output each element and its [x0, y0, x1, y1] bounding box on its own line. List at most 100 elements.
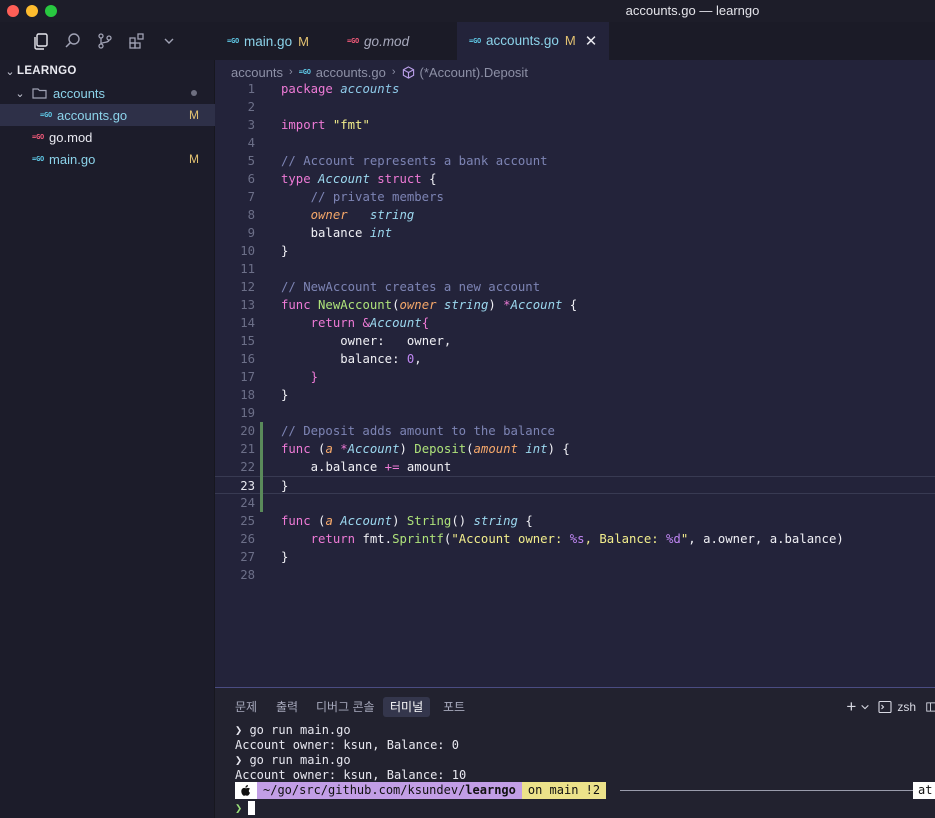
terminal-text: go run main.go: [249, 753, 351, 767]
line-number: 17: [240, 370, 255, 384]
terminal-text: Account owner: ksun, Balance: 0: [235, 738, 459, 752]
modified-indicator: M: [298, 33, 309, 49]
window-title: accounts.go — learngo: [625, 3, 760, 18]
code-line[interactable]: 15 owner: owner,: [215, 332, 935, 350]
code-line[interactable]: 26 return fmt.Sprintf("Account owner: %s…: [215, 530, 935, 548]
method-symbol-icon: [402, 65, 414, 79]
line-number: 2: [247, 100, 255, 114]
code-line[interactable]: 2: [215, 98, 935, 116]
tab-problems[interactable]: 문제: [228, 697, 264, 717]
line-number: 21: [240, 442, 255, 456]
terminal-line: Account owner: ksun, Balance: 0: [235, 738, 466, 753]
line-number: 3: [247, 118, 255, 132]
code-line[interactable]: 22 a.balance += amount: [215, 458, 935, 476]
chevron-down-icon: ⌄: [15, 87, 25, 100]
file-accounts-go[interactable]: =GO accounts.go M: [0, 104, 215, 126]
explorer-icon[interactable]: [31, 31, 51, 51]
source-control-icon[interactable]: [95, 31, 115, 51]
split-terminal-icon[interactable]: [926, 700, 935, 714]
tab-accounts-go[interactable]: =GO accounts.go M ✕: [457, 22, 609, 60]
terminal-icon: [878, 700, 892, 714]
code-line[interactable]: 1 package accounts: [215, 80, 935, 98]
code-line[interactable]: 21 func (a *Account) Deposit(amount int) …: [215, 440, 935, 458]
code-line[interactable]: 4: [215, 134, 935, 152]
tab-label: go.mod: [364, 33, 410, 49]
code-editor[interactable]: accounts › =GO accounts.go › (*Account).…: [215, 60, 935, 687]
tab-output[interactable]: 출력: [269, 697, 305, 717]
prompt-git-status: on main !2: [521, 782, 607, 799]
go-file-icon: =GO: [227, 37, 240, 45]
file-go-mod[interactable]: =GO go.mod: [0, 126, 215, 148]
line-text: // Account represents a bank account: [281, 154, 548, 168]
code-line[interactable]: 5 // Account represents a bank account: [215, 152, 935, 170]
code-line[interactable]: 6 type Account struct {: [215, 170, 935, 188]
code-line[interactable]: 20 // Deposit adds amount to the balance: [215, 422, 935, 440]
go-file-icon: =GO: [40, 111, 53, 119]
prompt-path-dir: learngo: [465, 783, 516, 797]
line-text: // NewAccount creates a new account: [281, 280, 541, 294]
chevron-down-icon[interactable]: [860, 702, 870, 712]
tab-terminal[interactable]: 터미널: [383, 697, 431, 717]
file-main-go[interactable]: =GO main.go M: [0, 148, 215, 170]
file-label: main.go: [49, 151, 96, 167]
breadcrumb-symbol[interactable]: (*Account).Deposit: [420, 65, 528, 80]
go-file-icon: =GO: [32, 155, 45, 163]
code-line[interactable]: 18}: [215, 386, 935, 404]
chevron-down-icon[interactable]: [159, 31, 179, 51]
code-line[interactable]: 27}: [215, 548, 935, 566]
extensions-icon[interactable]: [127, 31, 147, 51]
explorer-sidebar: ⌄ LEARNGO ⌄ accounts =GO accounts.go M =…: [0, 60, 215, 818]
line-number: 9: [247, 226, 255, 240]
code-line[interactable]: 11: [215, 260, 935, 278]
line-number: 27: [240, 550, 255, 564]
shell-name[interactable]: zsh: [897, 700, 916, 714]
line-number: 14: [240, 316, 255, 330]
breadcrumb-folder[interactable]: accounts: [231, 65, 283, 80]
code-line[interactable]: 25 func (a Account) String() string {: [215, 512, 935, 530]
git-change-gutter-marker: [260, 422, 263, 512]
line-number: 13: [240, 298, 255, 312]
search-icon[interactable]: [63, 31, 83, 51]
line-text: package accounts: [281, 82, 400, 96]
line-text: return &Account{: [310, 316, 430, 330]
git-status-badge: M: [189, 108, 199, 122]
code-line[interactable]: 10}: [215, 242, 935, 260]
breadcrumb-file[interactable]: accounts.go: [316, 65, 386, 80]
code-line[interactable]: 9 balance int: [215, 224, 935, 242]
code-line[interactable]: 17 }: [215, 368, 935, 386]
code-line[interactable]: 16 balance: 0,: [215, 350, 935, 368]
folder-accounts[interactable]: ⌄ accounts: [0, 82, 215, 104]
code-line[interactable]: 24: [215, 494, 935, 512]
line-text: }: [310, 370, 319, 384]
modified-dot-icon: [191, 90, 197, 96]
code-line[interactable]: 3 import "fmt": [215, 116, 935, 134]
top-row: =GO main.go M =GO go.mod =GO accounts.go…: [0, 22, 935, 60]
line-number: 16: [240, 352, 255, 366]
code-line[interactable]: 19: [215, 404, 935, 422]
chevron-right-icon: ›: [289, 66, 293, 78]
line-number: 25: [240, 514, 255, 528]
terminal-input-line[interactable]: ❯: [235, 801, 256, 815]
add-terminal-icon[interactable]: +: [846, 697, 856, 717]
code-line[interactable]: 13 func NewAccount(owner string) *Account…: [215, 296, 935, 314]
code-line[interactable]: 12 // NewAccount creates a new account: [215, 278, 935, 296]
code-line[interactable]: 7 // private members: [215, 188, 935, 206]
code-line[interactable]: 14 return &Account{: [215, 314, 935, 332]
chevron-down-icon: ⌄: [5, 65, 15, 78]
terminal-output[interactable]: ❯ go run main.go Account owner: ksun, Bal…: [235, 723, 466, 783]
code-line[interactable]: 8 owner string: [215, 206, 935, 224]
prompt-path: ~/go/src/github.com/ksundev/learngo: [257, 782, 522, 799]
tab-go-mod[interactable]: =GO go.mod: [335, 22, 457, 60]
tab-main-go[interactable]: =GO main.go M: [215, 22, 335, 60]
breadcrumb: accounts › =GO accounts.go › (*Account).…: [231, 62, 528, 82]
close-tab-icon[interactable]: ✕: [585, 32, 598, 50]
explorer-root-learngo[interactable]: ⌄ LEARNGO: [0, 60, 215, 82]
line-text: func (a *Account) Deposit(amount int) {: [281, 442, 570, 456]
code-line[interactable]: 28: [215, 566, 935, 584]
line-number: 18: [240, 388, 255, 402]
prompt-divider: [620, 790, 913, 791]
tab-debug-console[interactable]: 디버그 콘솔: [309, 697, 382, 717]
code-line[interactable]: 23}: [215, 476, 935, 494]
line-text: }: [281, 388, 289, 402]
tab-ports[interactable]: 포트: [436, 697, 472, 717]
